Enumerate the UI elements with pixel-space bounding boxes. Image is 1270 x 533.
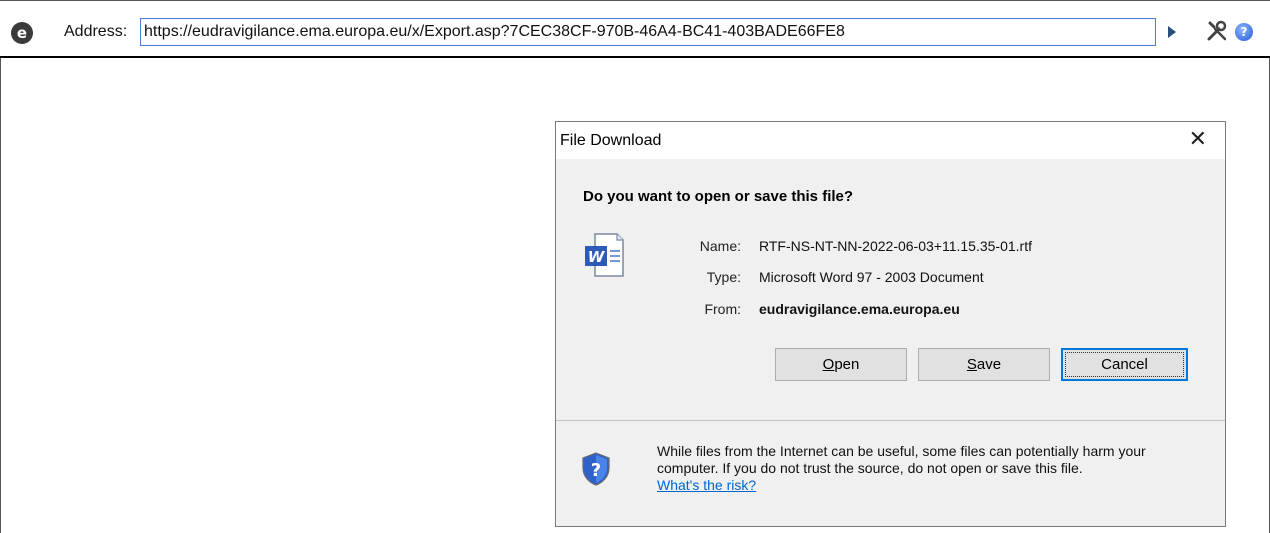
tools-icon[interactable] [1205,19,1229,48]
close-icon[interactable]: ✕ [1189,128,1207,152]
warning-text: While files from the Internet can be use… [657,443,1146,476]
file-type-label: Type: [706,269,741,285]
security-warning: While files from the Internet can be use… [657,443,1197,494]
word-document-icon: W [583,232,625,282]
file-from-label: From: [704,301,741,317]
svg-text:W: W [588,248,606,266]
address-label: Address: [64,23,128,40]
dialog-question: Do you want to open or save this file? [583,188,854,205]
help-icon[interactable]: ? [1235,23,1253,41]
dialog-titlebar: File Download ✕ [556,122,1225,159]
file-type-value: Microsoft Word 97 - 2003 Document [759,269,984,285]
svg-text:?: ? [591,460,601,481]
file-name-label: Name: [699,238,741,254]
file-from-value: eudravigilance.ema.europa.eu [759,301,960,317]
go-arrow-icon[interactable] [1163,22,1181,42]
tools-icon-graphic [1207,20,1227,41]
save-button[interactable]: Save [918,348,1050,381]
dialog-divider [556,420,1225,421]
dialog-title: File Download [560,132,662,149]
ie-logo-icon: e [11,22,33,44]
address-bar: e Address: https://eudravigilance.ema.eu… [0,0,1270,58]
security-shield-icon: ? [582,452,610,486]
file-name-value: RTF-NS-NT-NN-2022-06-03+11.15.35-01.rtf [759,238,1032,254]
open-button[interactable]: Open [775,348,907,381]
file-download-dialog: File Download ✕ Do you want to open or s… [555,121,1226,527]
cancel-button[interactable]: Cancel [1061,348,1188,381]
address-input[interactable]: https://eudravigilance.ema.europa.eu/x/E… [140,18,1156,46]
whats-the-risk-link[interactable]: What's the risk? [657,477,756,493]
